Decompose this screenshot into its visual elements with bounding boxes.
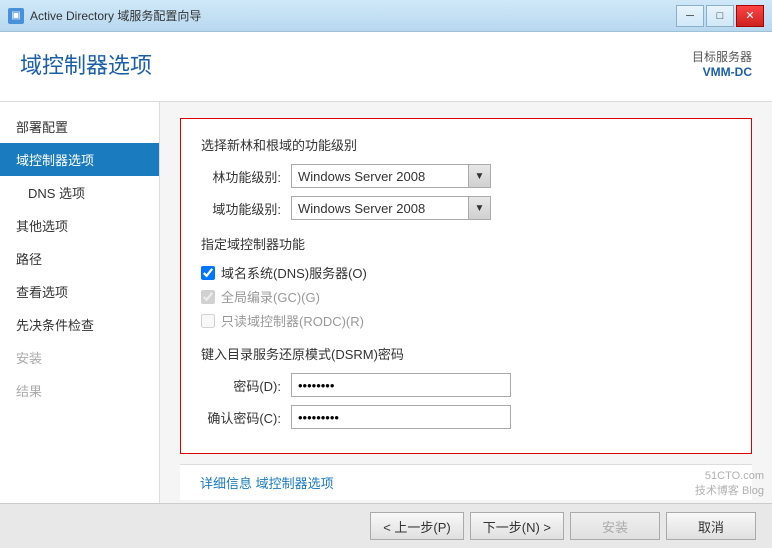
page-title: 域控制器选项 — [20, 48, 152, 80]
sidebar: 部署配置 域控制器选项 DNS 选项 其他选项 路径 查看选项 先决条件检查 安… — [0, 102, 160, 503]
detail-link[interactable]: 详细信息 域控制器选项 — [200, 473, 334, 492]
main-panel: 选择新林和根域的功能级别 林功能级别: Windows Server 2008 … — [160, 102, 772, 503]
sidebar-item-result: 结果 — [0, 374, 159, 407]
dns-checkbox-label[interactable]: 域名系统(DNS)服务器(O) — [221, 263, 367, 282]
titlebar: ▣ Active Directory 域服务配置向导 ─ □ ✕ — [0, 0, 772, 32]
install-button: 安装 — [570, 512, 660, 540]
titlebar-controls: ─ □ ✕ — [676, 5, 764, 27]
minimize-button[interactable]: ─ — [676, 5, 704, 27]
header: 域控制器选项 目标服务器 VMM-DC — [0, 32, 772, 102]
dns-checkbox-row: 域名系统(DNS)服务器(O) — [201, 263, 731, 282]
next-button[interactable]: 下一步(N) > — [470, 512, 564, 540]
content-box: 选择新林和根域的功能级别 林功能级别: Windows Server 2008 … — [180, 118, 752, 454]
main-window: 域控制器选项 目标服务器 VMM-DC 部署配置 域控制器选项 DNS 选项 其… — [0, 32, 772, 548]
forest-level-row: 林功能级别: Windows Server 2008 ▼ — [201, 164, 731, 188]
section1-title: 选择新林和根域的功能级别 — [201, 135, 731, 154]
sidebar-item-deploy[interactable]: 部署配置 — [0, 110, 159, 143]
rodc-checkbox-label: 只读域控制器(RODC)(R) — [221, 311, 364, 330]
titlebar-left: ▣ Active Directory 域服务配置向导 — [8, 7, 201, 24]
password-row: 密码(D): — [201, 373, 731, 397]
section3-sep: 键入目录服务还原模式(DSRM)密码 — [201, 344, 731, 363]
forest-dropdown[interactable]: Windows Server 2008 ▼ — [291, 164, 491, 188]
gc-checkbox — [201, 290, 215, 304]
sidebar-item-view[interactable]: 查看选项 — [0, 275, 159, 308]
confirm-label: 确认密码(C): — [201, 408, 281, 427]
domain-label: 域功能级别: — [201, 199, 281, 218]
domain-dropdown-arrow[interactable]: ▼ — [468, 197, 490, 219]
target-label: 目标服务器 — [692, 48, 752, 65]
rodc-checkbox — [201, 314, 215, 328]
dns-checkbox[interactable] — [201, 266, 215, 280]
footer: < 上一步(P) 下一步(N) > 安装 取消 — [0, 503, 772, 548]
forest-dropdown-value: Windows Server 2008 — [292, 169, 468, 184]
section2-sep: 指定域控制器功能 — [201, 234, 731, 253]
restore-button[interactable]: □ — [706, 5, 734, 27]
sidebar-item-other[interactable]: 其他选项 — [0, 209, 159, 242]
back-button[interactable]: < 上一步(P) — [370, 512, 464, 540]
domain-dropdown-value: Windows Server 2008 — [292, 201, 468, 216]
domain-dropdown[interactable]: Windows Server 2008 ▼ — [291, 196, 491, 220]
cancel-button[interactable]: 取消 — [666, 512, 756, 540]
sidebar-item-path[interactable]: 路径 — [0, 242, 159, 275]
target-value: VMM-DC — [692, 65, 752, 79]
forest-label: 林功能级别: — [201, 167, 281, 186]
confirm-input[interactable] — [291, 405, 511, 429]
close-button[interactable]: ✕ — [736, 5, 764, 27]
section2-title: 指定域控制器功能 — [201, 234, 731, 253]
gc-checkbox-label: 全局编录(GC)(G) — [221, 287, 320, 306]
sidebar-item-dc-options[interactable]: 域控制器选项 — [0, 143, 159, 176]
sidebar-item-dns[interactable]: DNS 选项 — [0, 176, 159, 209]
header-right: 目标服务器 VMM-DC — [692, 48, 752, 79]
confirm-row: 确认密码(C): — [201, 405, 731, 429]
password-input[interactable] — [291, 373, 511, 397]
bottom-area: 详细信息 域控制器选项 — [180, 464, 752, 500]
sidebar-item-prereq[interactable]: 先决条件检查 — [0, 308, 159, 341]
section3-title: 键入目录服务还原模式(DSRM)密码 — [201, 344, 731, 363]
gc-checkbox-row: 全局编录(GC)(G) — [201, 287, 731, 306]
domain-level-row: 域功能级别: Windows Server 2008 ▼ — [201, 196, 731, 220]
titlebar-title: Active Directory 域服务配置向导 — [30, 7, 201, 24]
rodc-checkbox-row: 只读域控制器(RODC)(R) — [201, 311, 731, 330]
content-area: 部署配置 域控制器选项 DNS 选项 其他选项 路径 查看选项 先决条件检查 安… — [0, 102, 772, 503]
forest-dropdown-arrow[interactable]: ▼ — [468, 165, 490, 187]
sidebar-item-install: 安装 — [0, 341, 159, 374]
app-icon: ▣ — [8, 8, 24, 24]
password-label: 密码(D): — [201, 376, 281, 395]
